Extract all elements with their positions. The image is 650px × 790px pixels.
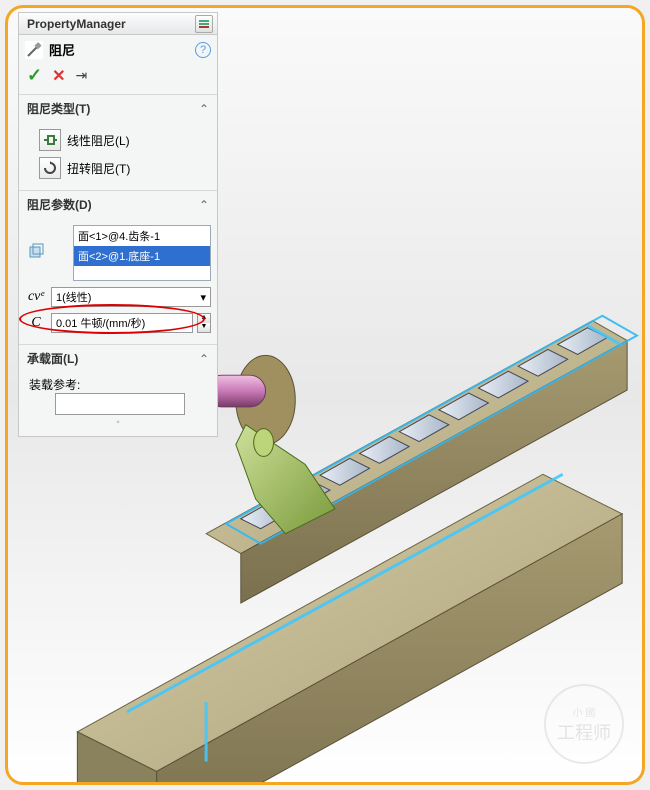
spin-down-icon[interactable]: ▼: [198, 323, 210, 332]
selection-item[interactable]: 面<1>@4.齿条-1: [74, 226, 210, 246]
selection-empty: [74, 266, 210, 280]
pin-button[interactable]: ⇥: [76, 67, 88, 84]
section-title-load: 承载面(L): [27, 350, 199, 367]
section-damper-type: 阻尼类型(T) ⌃ 线性阻尼(L) 扭转阻尼(T): [19, 95, 217, 191]
load-ref-input[interactable]: [55, 393, 185, 415]
cancel-button[interactable]: ✕: [52, 66, 65, 86]
section-head-load[interactable]: 承载面(L) ⌃: [19, 345, 217, 372]
feature-name: 阻尼: [49, 40, 195, 59]
chevron-up-icon: ⌃: [199, 352, 209, 366]
watermark: 小 國 工程师: [544, 684, 624, 764]
torsional-damper-option[interactable]: 扭转阻尼(T): [25, 154, 211, 182]
chevron-up-icon: ⌃: [199, 102, 209, 116]
exponent-value: 1(线性): [56, 289, 91, 305]
exponent-symbol: cvᵉ: [25, 289, 47, 305]
panel-title: PropertyManager: [27, 17, 195, 31]
face-selection-list[interactable]: 面<1>@4.齿条-1 面<2>@1.底座-1: [73, 225, 211, 281]
watermark-small: 小 國: [573, 704, 596, 719]
section-load-face: 承载面(L) ⌃ 装载参考: ◦: [19, 345, 217, 436]
help-icon[interactable]: ?: [195, 42, 211, 58]
action-row: ✓ ✕ ⇥: [19, 61, 217, 95]
panel-header: PropertyManager: [19, 13, 217, 35]
torsional-damper-label: 扭转阻尼(T): [67, 160, 130, 177]
panel-menu-icon: [198, 18, 210, 30]
selection-item[interactable]: 面<2>@1.底座-1: [74, 246, 210, 266]
load-ref-label: 装载参考:: [25, 376, 211, 393]
coeff-spinner[interactable]: ▲ ▼: [197, 313, 211, 333]
damping-coeff-value: 0.01 牛顿/(mm/秒): [56, 315, 145, 331]
damping-coeff-input[interactable]: 0.01 牛顿/(mm/秒): [51, 313, 193, 333]
face-select-icon: [25, 242, 47, 265]
exponent-dropdown[interactable]: 1(线性) ▾: [51, 287, 211, 307]
spin-up-icon[interactable]: ▲: [198, 314, 210, 323]
section-title-params: 阻尼参数(D): [27, 196, 199, 213]
section-head-type[interactable]: 阻尼类型(T) ⌃: [19, 95, 217, 122]
chevron-down-icon: ▾: [200, 291, 206, 304]
coeff-symbol: C: [25, 315, 47, 331]
watermark-big: 工程师: [557, 719, 611, 745]
section-damper-params: 阻尼参数(D) ⌃ 面<1>@4.齿条-1 面<2>@1.底座-1 cvᵉ: [19, 191, 217, 345]
linear-damper-label: 线性阻尼(L): [67, 132, 130, 149]
property-manager-panel: PropertyManager 阻尼 ? ✓ ✕ ⇥ 阻尼类型(T) ⌃: [18, 12, 218, 437]
section-head-params[interactable]: 阻尼参数(D) ⌃: [19, 191, 217, 218]
ok-button[interactable]: ✓: [27, 65, 42, 86]
expand-dot-icon[interactable]: ◦: [25, 415, 211, 428]
damper-icon: [25, 41, 43, 59]
chevron-up-icon: ⌃: [199, 198, 209, 212]
feature-row: 阻尼 ?: [19, 35, 217, 61]
section-title-type: 阻尼类型(T): [27, 100, 199, 117]
linear-damper-icon: [39, 129, 61, 151]
panel-menu-button[interactable]: [195, 15, 213, 33]
linear-damper-option[interactable]: 线性阻尼(L): [25, 126, 211, 154]
torsional-damper-icon: [39, 157, 61, 179]
